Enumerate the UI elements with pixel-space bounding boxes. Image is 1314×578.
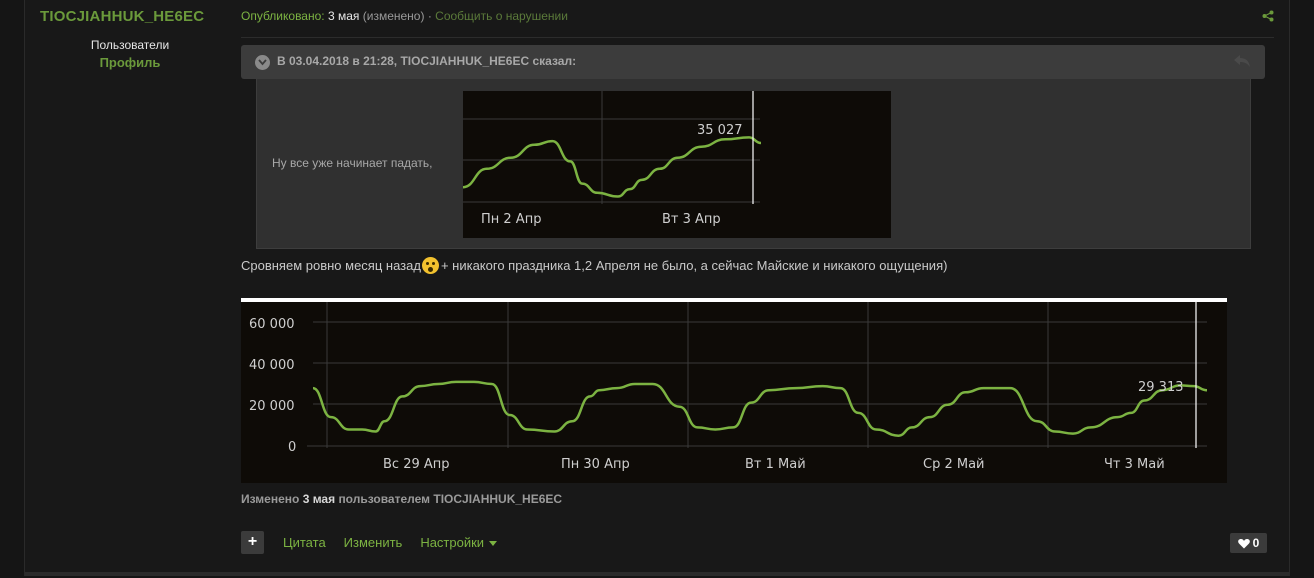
settings-label: Настройки <box>420 534 485 550</box>
meta-separator: · <box>427 9 432 23</box>
quote-chart-marker-label: 35 027 <box>697 123 743 138</box>
quote-title: В 03.04.2018 в 21:28, TIOCJIAHHUK_HE6EC … <box>277 54 577 68</box>
edited-date: 3 мая <box>302 492 336 506</box>
post-chart-marker-label: 29 313 <box>1138 380 1184 395</box>
heart-icon <box>1237 538 1250 548</box>
author-group: Пользователи <box>90 38 170 52</box>
quote-chart-line <box>463 136 762 198</box>
settings-dropdown[interactable]: Настройки <box>420 534 498 550</box>
edit-button[interactable]: Изменить <box>344 535 403 550</box>
like-button[interactable]: 0 <box>1230 533 1267 553</box>
quote-button[interactable]: Цитата <box>283 535 326 550</box>
quote-header[interactable]: В 03.04.2018 в 21:28, TIOCJIAHHUK_HE6EC … <box>241 45 1265 79</box>
post-body: Сровняем ровно месяц назад + никакого пр… <box>241 257 947 274</box>
post-chart-xtick: Пн 30 Апр <box>561 457 630 472</box>
post-text-part1: Сровняем ровно месяц назад <box>241 258 421 273</box>
post-chart-line <box>312 380 1208 437</box>
chart-top-bar <box>241 298 1227 302</box>
share-icon[interactable] <box>1262 10 1274 22</box>
quote-text: Ну все уже начинает падать, <box>272 156 433 170</box>
author-name[interactable]: TIOCJIAHHUK_HE6EC <box>40 8 204 25</box>
profile-link[interactable]: Профиль <box>24 55 236 70</box>
like-count: 0 <box>1252 536 1260 550</box>
post-chart-xtick: Ср 2 Май <box>923 457 985 472</box>
post-text-part2: + никакого праздника 1,2 Апреля не было,… <box>440 258 948 273</box>
post-chart-ytick: 40 000 <box>249 358 295 373</box>
quote-chart: 35 027 Пн 2 Апр Вт 3 Апр <box>463 91 891 238</box>
reply-arrow-icon[interactable] <box>1234 55 1250 67</box>
edited-user: TIOCJIAHHUK_HE6EC <box>433 492 563 506</box>
collapse-icon[interactable] <box>255 55 270 70</box>
post-chart-ytick: 60 000 <box>249 317 295 332</box>
post-chart-ytick: 0 <box>288 440 296 455</box>
astonished-emoji-icon <box>421 257 439 274</box>
multiquote-button[interactable]: + <box>241 530 264 554</box>
report-link[interactable]: Сообщить о нарушении <box>435 9 568 23</box>
post-chart-xtick: Чт 3 Май <box>1104 457 1165 472</box>
post-chart-ytick: 20 000 <box>249 399 295 414</box>
post-chart: 29 313 60 000 40 000 20 000 0 Вс 29 Апр … <box>241 298 1227 483</box>
post-chart-xtick: Вс 29 Апр <box>383 457 450 472</box>
meta-divider <box>241 37 1274 38</box>
post-actions: + Цитата Изменить Настройки <box>241 530 515 554</box>
edited-prefix: Изменено <box>241 492 300 506</box>
post-meta: Опубликовано: 3 мая (изменено) · Сообщит… <box>241 9 568 23</box>
quote-chart-xtick: Пн 2 Апр <box>481 212 541 227</box>
post-chart-xtick: Вт 1 Май <box>745 457 806 472</box>
published-label: Опубликовано: <box>241 9 325 23</box>
caret-down-icon <box>489 540 498 546</box>
edited-note: Изменено 3 мая пользователем TIOCJIAHHUK… <box>241 492 562 506</box>
edited-middle: пользователем <box>338 492 431 506</box>
published-date[interactable]: 3 мая <box>328 9 359 23</box>
quote-chart-xtick: Вт 3 Апр <box>662 212 721 227</box>
edited-flag: (изменено) <box>362 9 425 23</box>
